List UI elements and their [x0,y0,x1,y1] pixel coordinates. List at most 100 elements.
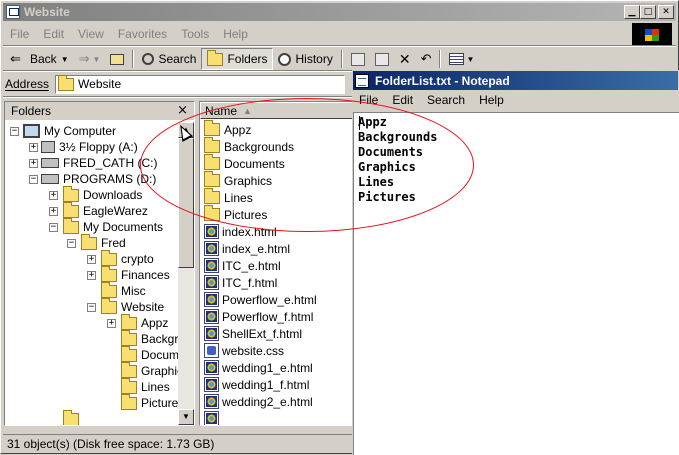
menu-file[interactable]: File [3,27,36,41]
list-item[interactable]: Appz [204,120,251,138]
delete-button[interactable]: ✕ [394,48,416,70]
folder-window-icon [6,5,20,19]
notepad-menu-help[interactable]: Help [473,93,512,107]
tree-expander[interactable]: + [107,319,116,328]
tree-expander[interactable]: − [49,223,58,232]
tree-node-label: Backgrounds [141,332,179,346]
text-line: Pictures [358,190,416,204]
tree-expander[interactable]: + [87,271,96,280]
list-item[interactable]: Powerflow_f.html [204,308,313,325]
list-item[interactable] [204,410,222,425]
list-item[interactable]: index_e.html [204,240,290,257]
html-file-icon [204,275,219,290]
list-item[interactable]: Backgrounds [204,137,294,155]
notepad-menu-edit[interactable]: Edit [386,93,421,107]
tree-node-c-drive[interactable]: FRED_CATH (C:) [41,155,157,171]
notepad-menu-search[interactable]: Search [421,93,473,107]
tree-expander[interactable]: − [87,303,96,312]
scroll-down-icon[interactable]: ▼ [178,409,194,425]
back-button[interactable]: ⇐ Back ▼ [5,48,74,70]
list-item[interactable]: Pictures [204,205,267,223]
list-item[interactable]: ITC_f.html [204,274,277,291]
tree-node-floppy[interactable]: 3½ Floppy (A:) [41,139,138,155]
tree-expander[interactable]: + [87,255,96,264]
list-item[interactable]: Lines [204,188,253,206]
notepad-text-area[interactable]: Appz Backgrounds Documents Graphics Line… [353,112,679,455]
tree-node-website[interactable]: Website [101,297,165,315]
address-input[interactable]: Website [55,74,346,94]
list-item[interactable]: index.html [204,223,277,240]
search-button[interactable]: Search [137,48,201,70]
list-item[interactable]: wedding2_e.html [204,393,313,410]
forward-dropdown-icon[interactable]: ▼ [93,55,101,64]
back-arrow-icon: ⇐ [10,51,21,66]
tree-node-my-documents[interactable]: My Documents [63,217,163,235]
tree-expander[interactable]: + [29,159,38,168]
list-item[interactable]: ShellExt_f.html [204,325,302,342]
html-file-icon [204,292,219,307]
tree-node-label: My Computer [44,124,117,138]
list-item[interactable]: website.css [204,342,284,359]
history-button[interactable]: History [273,48,337,70]
move-to-button[interactable] [346,48,370,70]
tree-expander[interactable]: − [10,127,19,136]
back-dropdown-icon[interactable]: ▼ [61,55,69,64]
scroll-up-icon[interactable]: ▲ [178,122,194,138]
menu-edit[interactable]: Edit [36,27,71,41]
copy-to-button[interactable] [370,48,394,70]
tree-node-label: Website [121,300,165,314]
up-button[interactable] [105,48,129,70]
folder-icon [204,120,220,136]
list-item[interactable]: Documents [204,154,285,172]
list-item-label: index_e.html [222,241,291,256]
folder-icon [101,281,117,298]
tree-node-pictures[interactable]: Pictures [121,393,179,411]
address-folder-icon [58,74,75,91]
name-column-label: Name [205,103,238,118]
folder-icon [121,377,137,394]
close-button[interactable]: ✕ [658,5,674,19]
tree-node-finances[interactable]: Finances [101,265,170,283]
tree-node-label: Graphics [141,364,179,378]
tree-expander[interactable]: − [29,175,38,184]
list-item[interactable]: wedding1_e.html [204,359,313,376]
tree-node-d-drive[interactable]: PROGRAMS (D:) [41,171,156,187]
notepad-menu-file[interactable]: File [353,93,386,107]
folders-scrollbar[interactable]: ▲ ▼ [178,122,194,425]
list-item[interactable]: ITC_e.html [204,257,281,274]
explorer-titlebar[interactable]: Website ▁ □ ✕ [3,3,676,21]
menu-tools[interactable]: Tools [174,27,216,41]
tree-node-my-computer[interactable]: My Computer [23,123,116,139]
minimize-button[interactable]: ▁ [624,5,640,19]
list-item[interactable]: Powerflow_e.html [204,291,317,308]
folder-icon [63,201,79,218]
notepad-titlebar[interactable]: FolderList.txt - Notepad [353,71,678,90]
menu-help[interactable]: Help [216,27,255,41]
tree-expander[interactable]: + [29,143,38,152]
tree-node-eaglewarez[interactable]: EagleWarez [63,201,148,219]
tree-expander[interactable]: − [67,239,76,248]
folder-icon [101,297,117,314]
folders-button[interactable]: Folders [201,48,274,70]
tree-node-downloads[interactable]: Downloads [63,185,142,203]
menu-view[interactable]: View [71,27,111,41]
scroll-thumb[interactable] [178,138,194,268]
list-item[interactable]: Graphics [204,171,272,189]
maximize-button[interactable]: □ [640,5,656,19]
folders-pane-close-icon[interactable]: × [177,103,188,118]
forward-arrow-icon: ⇒ [78,51,90,66]
folder-icon [121,361,137,378]
forward-button[interactable]: ⇒ ▼ [74,48,106,70]
views-icon [449,53,465,65]
tree-expander[interactable]: + [49,207,58,216]
tree-expander[interactable]: + [49,191,58,200]
undo-button[interactable]: ↶ [416,48,437,70]
undo-icon: ↶ [420,51,432,66]
list-item-label: ITC_e.html [222,258,281,273]
list-item[interactable]: wedding1_f.html [204,376,309,393]
menu-favorites[interactable]: Favorites [111,27,174,41]
list-item-label: Documents [224,156,285,171]
folder-icon [121,393,137,410]
views-button[interactable]: ▼ [444,48,479,70]
name-column-header[interactable]: Name ▲ [200,102,352,119]
